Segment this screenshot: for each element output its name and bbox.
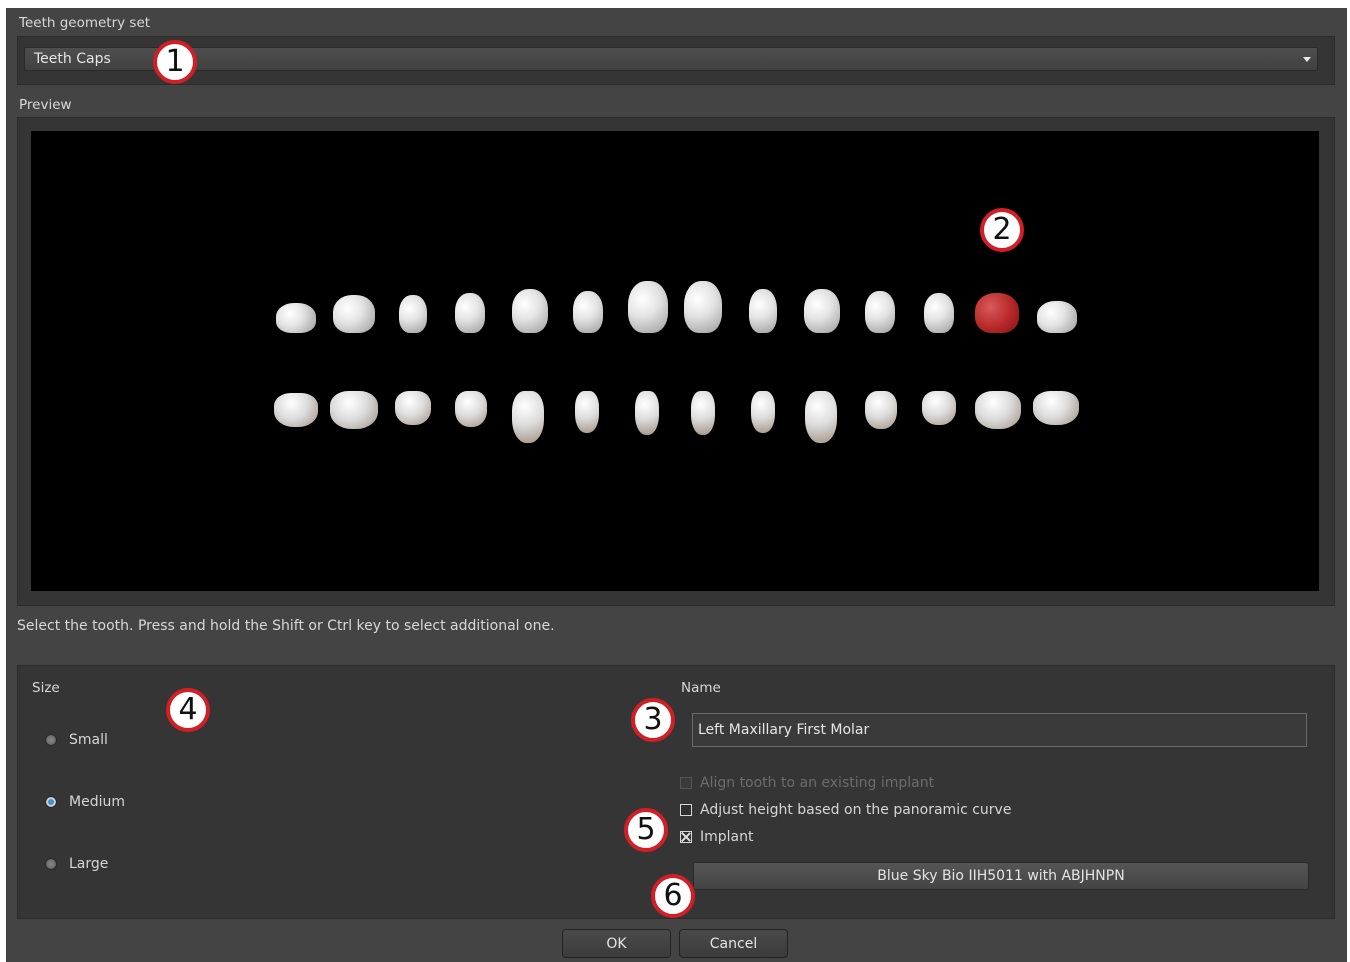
size-medium-radio[interactable]: Medium — [45, 794, 125, 810]
tooth[interactable] — [749, 289, 777, 333]
callout-marker-6: 6 — [651, 874, 695, 918]
callout-marker-2: 2 — [980, 208, 1024, 252]
radio-icon — [45, 858, 57, 870]
lower-teeth-row — [31, 389, 1319, 449]
tooth[interactable] — [1037, 301, 1077, 333]
tooth-selected[interactable] — [975, 293, 1019, 333]
size-label: Size — [32, 680, 60, 696]
size-small-label: Small — [69, 732, 108, 748]
geometry-set-label: Teeth geometry set — [19, 15, 151, 31]
tooth[interactable] — [333, 295, 375, 333]
implant-label: Implant — [700, 829, 754, 845]
tooth[interactable] — [684, 281, 722, 333]
callout-marker-3: 3 — [631, 698, 675, 742]
tooth[interactable] — [276, 303, 316, 333]
tooth[interactable] — [628, 281, 668, 333]
checkbox-icon — [680, 777, 692, 789]
tooth[interactable] — [512, 289, 548, 333]
name-label: Name — [681, 680, 721, 696]
tooth[interactable] — [573, 291, 603, 333]
tooth[interactable] — [512, 391, 544, 443]
tooth[interactable] — [330, 391, 378, 429]
tooth[interactable] — [805, 391, 837, 443]
adjust-height-label: Adjust height based on the panoramic cur… — [700, 802, 1012, 818]
ok-button[interactable]: OK — [562, 929, 671, 958]
tooth[interactable] — [691, 391, 715, 435]
tooth[interactable] — [575, 391, 599, 433]
teeth-preview-viewport[interactable] — [31, 131, 1319, 591]
align-implant-checkbox[interactable]: Align tooth to an existing implant — [680, 775, 934, 791]
tooth[interactable] — [751, 391, 775, 433]
size-medium-label: Medium — [69, 794, 125, 810]
size-large-radio[interactable]: Large — [45, 856, 108, 872]
tooth[interactable] — [399, 295, 427, 333]
instruction-text: Select the tooth. Press and hold the Shi… — [17, 618, 555, 634]
tooth[interactable] — [975, 391, 1021, 429]
preview-label: Preview — [19, 97, 72, 113]
implant-checkbox[interactable]: Implant — [680, 829, 753, 845]
tooth[interactable] — [1033, 391, 1079, 425]
upper-teeth-row — [31, 279, 1319, 339]
tooth[interactable] — [865, 391, 897, 429]
tooth[interactable] — [274, 393, 318, 427]
checkbox-icon — [680, 804, 692, 816]
tooth[interactable] — [455, 391, 487, 427]
tooth[interactable] — [635, 391, 659, 435]
tooth[interactable] — [865, 291, 895, 333]
tooth[interactable] — [804, 289, 840, 333]
align-implant-label: Align tooth to an existing implant — [700, 775, 935, 791]
geometry-set-dropdown[interactable]: Teeth Caps — [24, 47, 1318, 71]
tooth[interactable] — [455, 293, 485, 333]
tooth[interactable] — [924, 293, 954, 333]
callout-marker-5: 5 — [624, 808, 668, 852]
callout-marker-4: 4 — [166, 688, 210, 732]
tooth-name-input[interactable] — [693, 714, 1306, 746]
tooth-name-field[interactable] — [692, 713, 1307, 747]
radio-icon — [45, 796, 57, 808]
implant-select-button[interactable]: Blue Sky Bio IIH5011 with ABJHNPN — [693, 862, 1309, 890]
size-small-radio[interactable]: Small — [45, 732, 108, 748]
cancel-button[interactable]: Cancel — [679, 929, 788, 958]
callout-marker-1: 1 — [153, 40, 197, 84]
adjust-height-checkbox[interactable]: Adjust height based on the panoramic cur… — [680, 802, 1011, 818]
geometry-set-value: Teeth Caps — [34, 51, 111, 67]
tooth[interactable] — [395, 391, 431, 425]
size-large-label: Large — [69, 856, 109, 872]
radio-icon — [45, 734, 57, 746]
checkbox-checked-icon — [680, 831, 692, 843]
dropdown-arrow-icon — [1303, 57, 1311, 62]
tooth[interactable] — [922, 391, 956, 425]
